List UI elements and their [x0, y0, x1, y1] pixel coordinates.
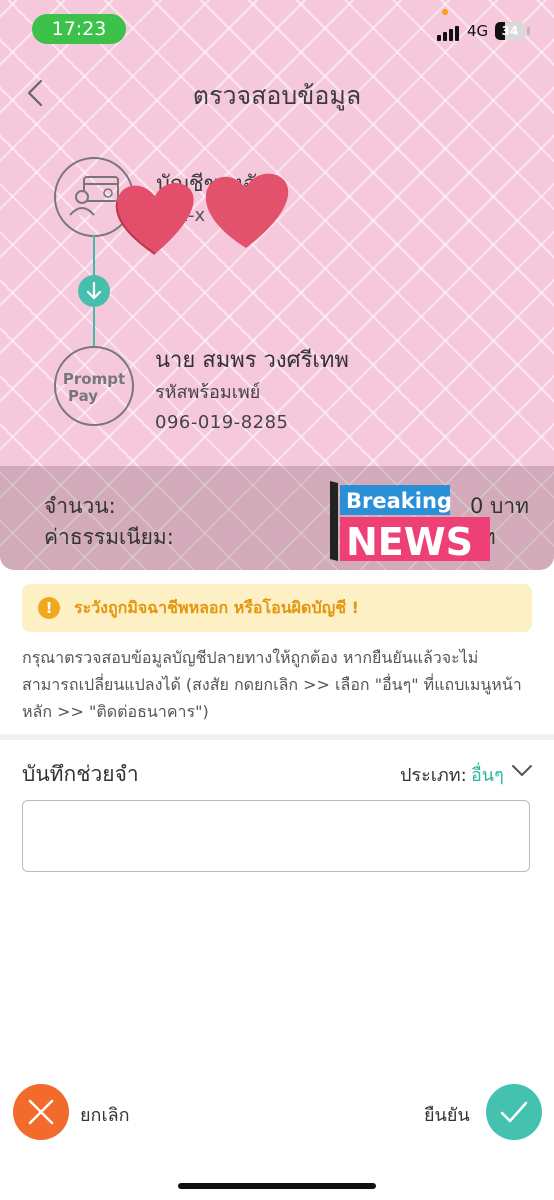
promptpay-logo-line2: Pay — [68, 387, 99, 405]
network-type: 4G — [467, 22, 489, 40]
close-icon — [28, 1099, 54, 1125]
memo-label: บันทึกช่วยจำ — [22, 762, 139, 786]
warning-banner: ! ระวังถูกมิจฉาชีพหลอก หรือโอนผิดบัญชี ! — [22, 584, 532, 632]
confirm-label[interactable]: ยืนยัน — [424, 1100, 470, 1129]
status-bar: 17:23 4G 34 — [0, 0, 554, 58]
flow-line-top — [93, 235, 95, 275]
arrow-down-icon — [78, 275, 110, 307]
heart-sticker-icon — [115, 182, 194, 255]
page-title: ตรวจสอบข้อมูล — [192, 81, 362, 110]
sticker-news-text: NEWS — [346, 520, 473, 563]
fee-label: ค่าธรรมเนียม: — [44, 525, 174, 549]
status-time: 17:23 — [32, 14, 126, 44]
breaking-news-sticker: Breaking NEWS — [330, 481, 490, 563]
warning-text: ระวังถูกมิจฉาชีพหลอก หรือโอนผิดบัญชี ! — [74, 598, 359, 617]
promptpay-logo: Prompt Pay — [54, 346, 134, 426]
cancel-label[interactable]: ยกเลิก — [80, 1100, 130, 1129]
amount-label: จำนวน: — [44, 494, 116, 518]
recipient-name: นาย สมพร วงศรีเทพ — [155, 348, 349, 373]
confirm-button[interactable] — [486, 1084, 542, 1140]
promptpay-logo-line1: Prompt — [62, 370, 126, 388]
memo-type-select[interactable]: อื่นๆ — [471, 760, 504, 789]
memo-input[interactable] — [22, 800, 530, 872]
signal-icon — [437, 26, 459, 41]
privacy-indicator-icon — [442, 9, 448, 15]
battery-icon: 34 — [495, 22, 525, 40]
promptpay-logo-text: Prompt Pay — [56, 371, 132, 405]
recipient-type: รหัสพร้อมเพย์ — [155, 382, 261, 403]
cancel-button[interactable] — [13, 1084, 69, 1140]
battery-cap — [527, 27, 530, 35]
warning-icon: ! — [38, 597, 60, 619]
heart-sticker-icon-2 — [205, 173, 289, 248]
memo-type-label: ประเภท: — [400, 765, 467, 786]
home-indicator[interactable] — [178, 1183, 376, 1189]
check-icon — [500, 1101, 528, 1123]
battery-percent: 34 — [501, 24, 519, 38]
flow-line-bottom — [93, 307, 95, 346]
sticker-breaking-text: Breaking — [346, 489, 452, 513]
chevron-down-icon[interactable] — [510, 760, 534, 780]
recipient-phone: 096-019-8285 — [155, 412, 289, 433]
info-text: กรุณาตรวจสอบข้อมูลบัญชีปลายทางให้ถูกต้อง… — [22, 648, 522, 721]
section-divider — [0, 734, 554, 740]
